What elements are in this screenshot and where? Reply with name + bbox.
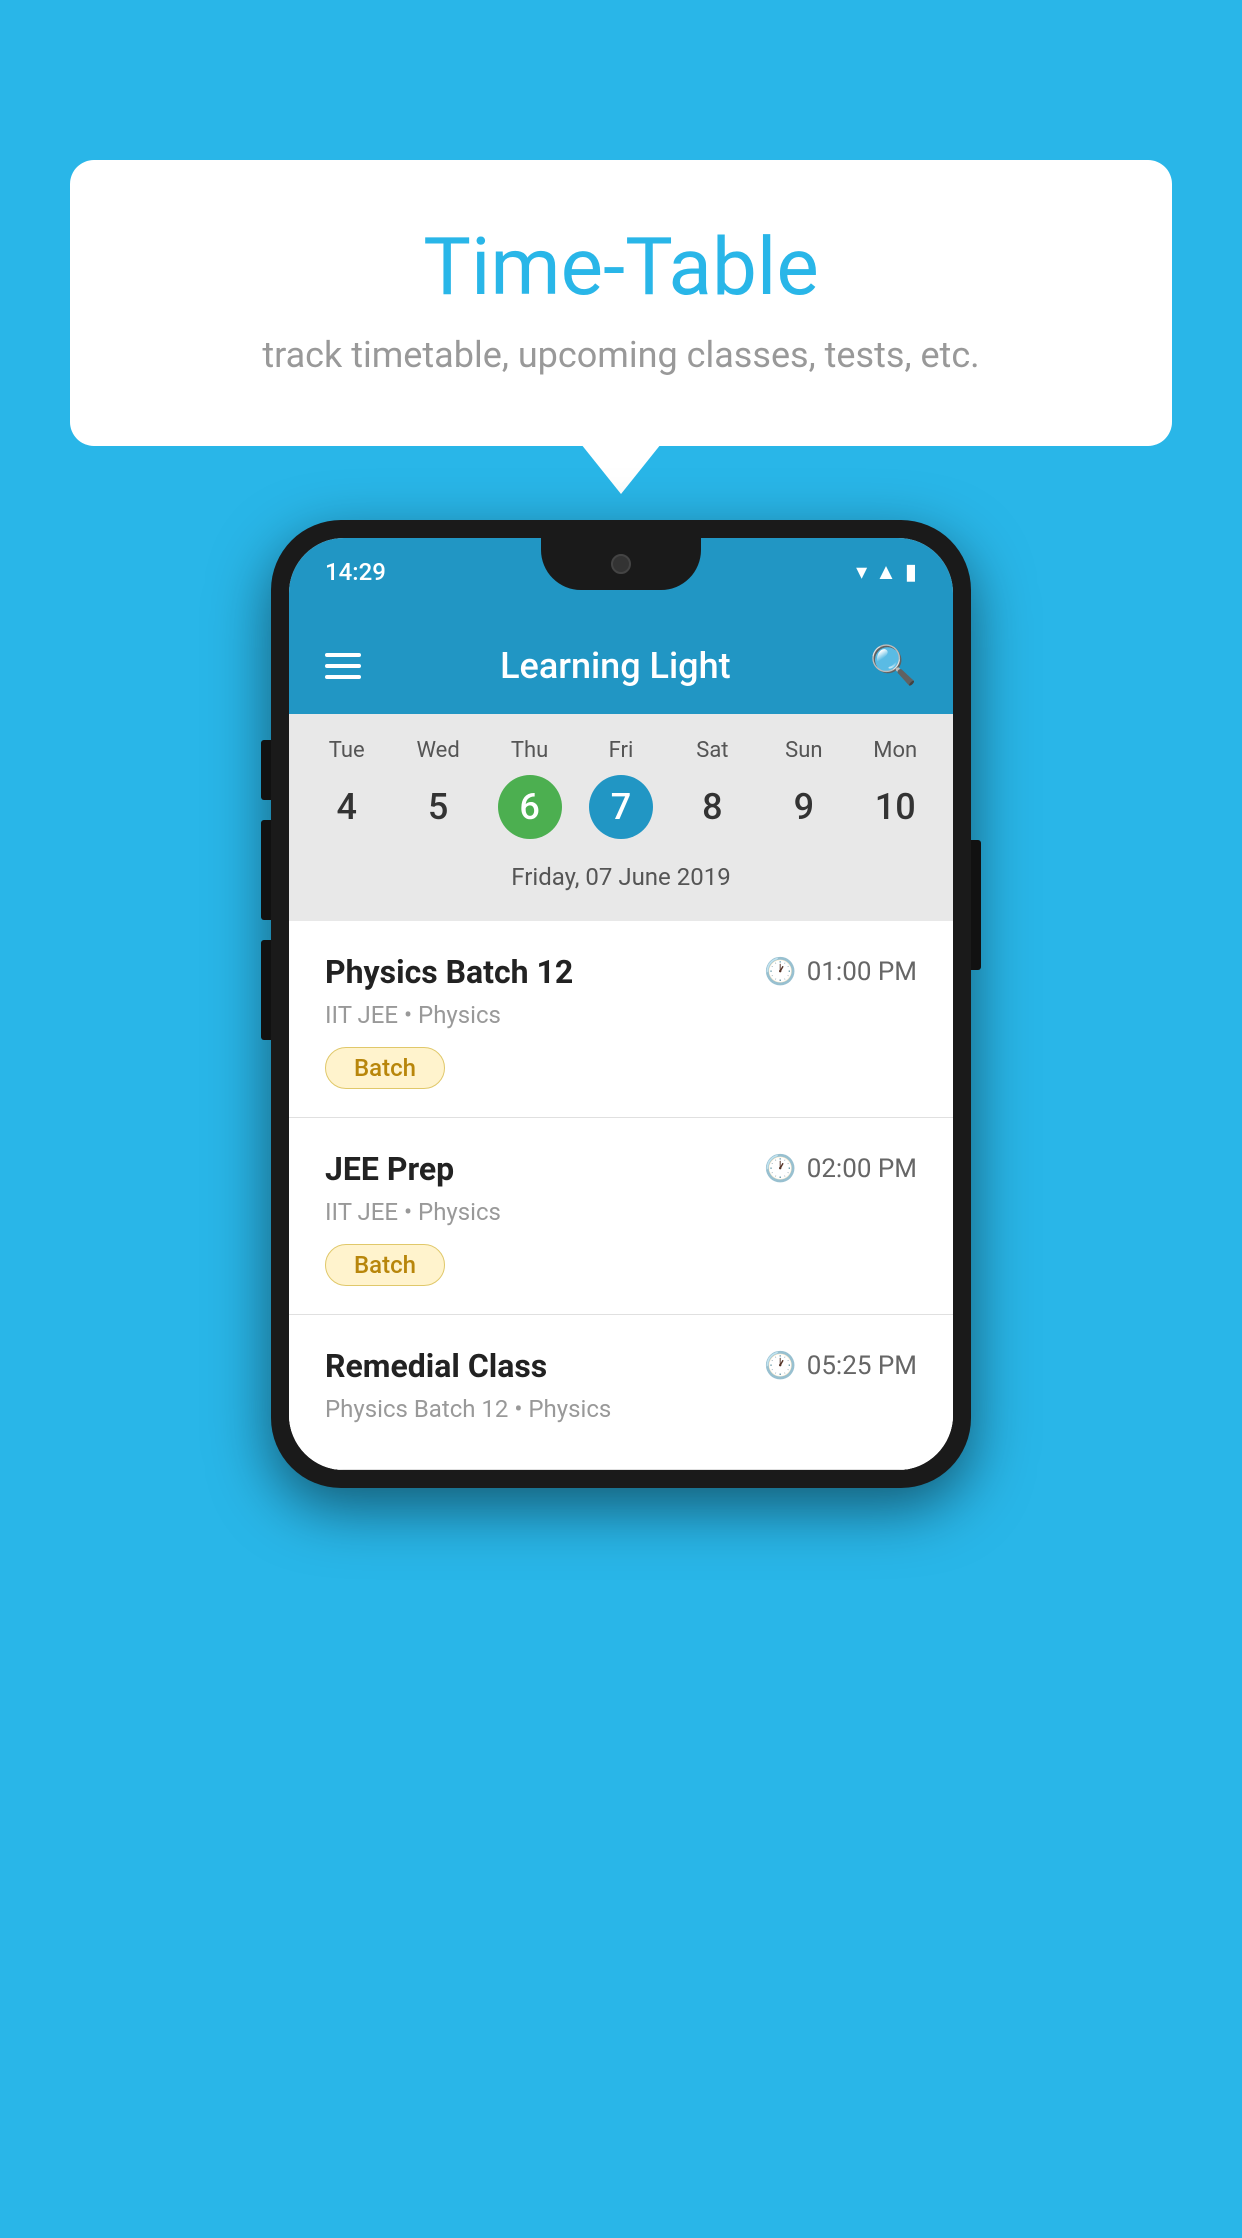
- clock-icon: 🕐: [764, 957, 796, 987]
- schedule-item[interactable]: Remedial Class 🕐 05:25 PM Physics Batch 12…: [289, 1315, 953, 1470]
- schedule-item[interactable]: JEE Prep 🕐 02:00 PM IIT JEE • Physics Batch: [289, 1118, 953, 1315]
- day-number: 10: [863, 775, 927, 839]
- selected-date-label: Friday, 07 June 2019: [289, 853, 953, 909]
- schedule-list: Physics Batch 12 🕐 01:00 PM IIT JEE • Phys…: [289, 921, 953, 1470]
- day-label: Fri: [609, 738, 634, 763]
- calendar-day-col[interactable]: Fri 7: [581, 738, 661, 839]
- schedule-meta: IIT JEE • Physics: [325, 1001, 917, 1029]
- calendar-day-col[interactable]: Wed 5: [398, 738, 478, 839]
- hamburger-menu-button[interactable]: [325, 653, 361, 679]
- calendar-day-col[interactable]: Tue 4: [307, 738, 387, 839]
- wifi-icon: ▾: [856, 560, 867, 585]
- app-bar-title: Learning Light: [500, 645, 730, 687]
- day-number: 8: [680, 775, 744, 839]
- calendar-strip: Tue 4 Wed 5 Thu 6 Fri 7 Sat 8 Sun 9 Mon 10 Friday, 07…: [289, 714, 953, 921]
- clock-icon: 🕐: [764, 1154, 796, 1184]
- schedule-meta: Physics Batch 12 • Physics: [325, 1395, 917, 1423]
- day-label: Thu: [511, 738, 548, 763]
- schedule-title: Physics Batch 12: [325, 953, 573, 991]
- phone-screen: 14:29 ▾ ▲ ▮ Learning Li: [289, 538, 953, 1470]
- search-button[interactable]: 🔍: [870, 644, 917, 688]
- hamburger-line-3: [325, 675, 361, 679]
- hamburger-line-2: [325, 664, 361, 668]
- day-label: Sat: [696, 738, 728, 763]
- side-button-volume-up: [261, 740, 271, 800]
- speech-bubble-section: Time-Table track timetable, upcoming cla…: [70, 160, 1172, 446]
- schedule-item-header: Remedial Class 🕐 05:25 PM: [325, 1347, 917, 1385]
- batch-badge: Batch: [325, 1047, 445, 1089]
- notch-bump: [541, 538, 701, 590]
- notch-area: 14:29 ▾ ▲ ▮: [289, 538, 953, 618]
- schedule-item-header: JEE Prep 🕐 02:00 PM: [325, 1150, 917, 1188]
- status-icons: ▾ ▲ ▮: [856, 559, 917, 585]
- bubble-subtitle: track timetable, upcoming classes, tests…: [150, 334, 1092, 376]
- schedule-item[interactable]: Physics Batch 12 🕐 01:00 PM IIT JEE • Phys…: [289, 921, 953, 1118]
- calendar-day-col[interactable]: Sun 9: [764, 738, 844, 839]
- day-number: 6: [498, 775, 562, 839]
- calendar-day-col[interactable]: Thu 6: [490, 738, 570, 839]
- schedule-time: 🕐 05:25 PM: [764, 1351, 917, 1381]
- signal-icon: ▲: [875, 559, 897, 585]
- schedule-meta: IIT JEE • Physics: [325, 1198, 917, 1226]
- phone-outer-shell: 14:29 ▾ ▲ ▮ Learning Li: [271, 520, 971, 1488]
- battery-icon: ▮: [905, 560, 917, 585]
- schedule-item-header: Physics Batch 12 🕐 01:00 PM: [325, 953, 917, 991]
- schedule-time: 🕐 01:00 PM: [764, 957, 917, 987]
- day-label: Wed: [416, 738, 459, 763]
- day-number: 7: [589, 775, 653, 839]
- day-number: 4: [315, 775, 379, 839]
- schedule-time: 🕐 02:00 PM: [764, 1154, 917, 1184]
- phone-mockup: 14:29 ▾ ▲ ▮ Learning Li: [271, 520, 971, 2238]
- calendar-day-col[interactable]: Sat 8: [672, 738, 752, 839]
- day-label: Tue: [329, 738, 365, 763]
- day-number: 9: [772, 775, 836, 839]
- app-bar: Learning Light 🔍: [289, 618, 953, 714]
- schedule-title: JEE Prep: [325, 1150, 454, 1188]
- side-button-power: [971, 840, 981, 970]
- day-label: Mon: [873, 738, 917, 763]
- day-label: Sun: [785, 738, 822, 763]
- bubble-title: Time-Table: [150, 220, 1092, 314]
- side-button-volume-down: [261, 820, 271, 920]
- days-row: Tue 4 Wed 5 Thu 6 Fri 7 Sat 8 Sun 9 Mon 10: [289, 738, 953, 839]
- clock-icon: 🕐: [764, 1351, 796, 1381]
- camera: [611, 554, 631, 574]
- calendar-day-col[interactable]: Mon 10: [855, 738, 935, 839]
- schedule-title: Remedial Class: [325, 1347, 547, 1385]
- side-button-extra: [261, 940, 271, 1040]
- day-number: 5: [406, 775, 470, 839]
- status-time: 14:29: [325, 558, 386, 586]
- hamburger-line-1: [325, 653, 361, 657]
- speech-bubble: Time-Table track timetable, upcoming cla…: [70, 160, 1172, 446]
- batch-badge: Batch: [325, 1244, 445, 1286]
